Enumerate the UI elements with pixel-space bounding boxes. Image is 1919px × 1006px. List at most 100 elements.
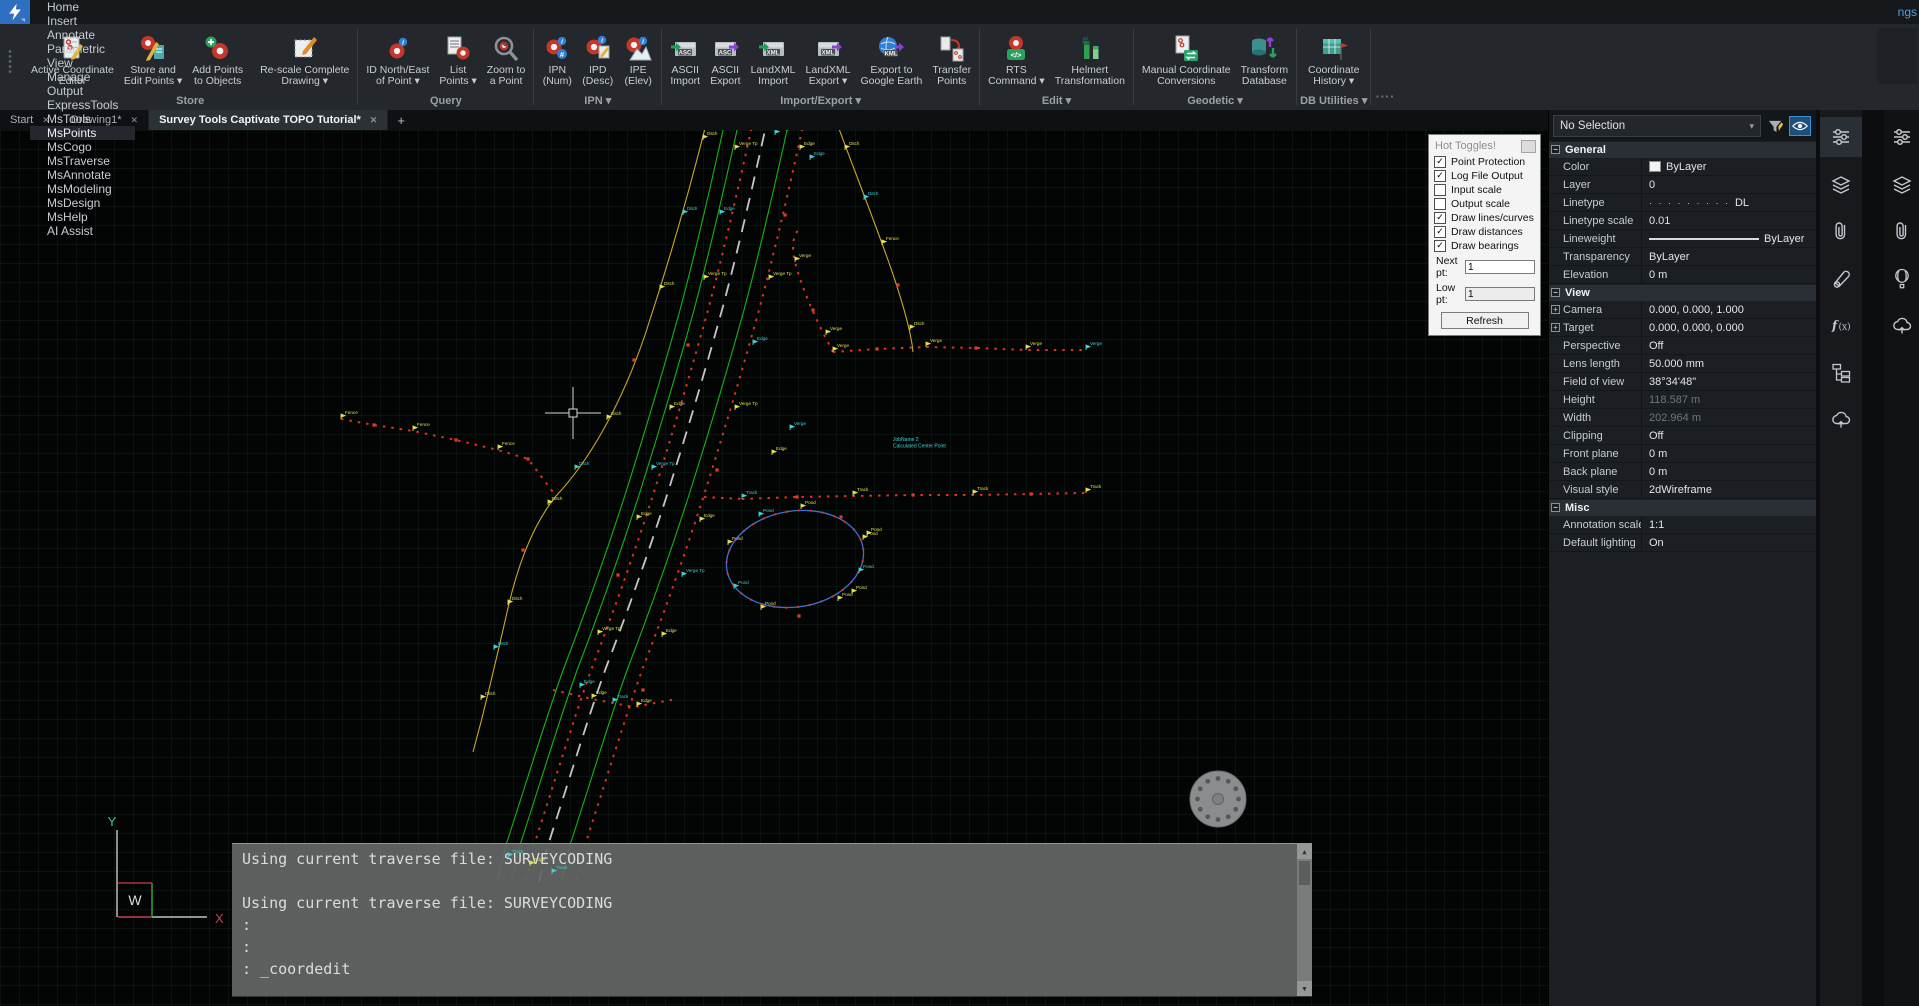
ribbon-button-ascii-export[interactable]: ASCASCIIExport	[705, 34, 745, 88]
menu-item-mstraverse[interactable]: MsTraverse	[30, 154, 135, 168]
ribbon-group-label-geodetic[interactable]: Geodetic ▾	[1137, 94, 1293, 110]
menu-item-output[interactable]: Output	[30, 84, 135, 98]
new-tab-button[interactable]: +	[388, 110, 414, 130]
property-value[interactable]: 2dWireframe	[1641, 481, 1816, 498]
command-line-window[interactable]: Using current traverse file: SURVEYCODIN…	[232, 843, 1312, 997]
properties-icon[interactable]	[1820, 117, 1862, 157]
menu-item-mstools[interactable]: MsTools	[30, 112, 135, 126]
attachments-icon[interactable]	[1820, 211, 1862, 251]
tune-icon[interactable]	[1884, 117, 1919, 157]
menu-item-ai-assist[interactable]: AI Assist	[30, 224, 135, 238]
property-value[interactable]: Off	[1641, 427, 1816, 444]
property-value[interactable]: 202.964 m	[1641, 409, 1816, 426]
attachments-icon[interactable]	[1884, 211, 1919, 251]
menu-item-msannotate[interactable]: MsAnnotate	[30, 168, 135, 182]
ribbon-button-ascii-import[interactable]: ASCASCIIImport	[665, 34, 705, 88]
eye-icon[interactable]	[1789, 116, 1811, 136]
menu-item-mshelp[interactable]: MsHelp	[30, 210, 135, 224]
toggle-input-scale[interactable]: Input scale	[1429, 183, 1540, 197]
low-pt-input[interactable]	[1465, 287, 1535, 301]
menu-item-msmodeling[interactable]: MsModeling	[30, 182, 135, 196]
property-value[interactable]: 118.587 m	[1641, 391, 1816, 408]
ribbon-button-landxml-import[interactable]: XMLLandXMLImport	[746, 34, 801, 88]
checkbox-checked[interactable]: ✓	[1434, 240, 1446, 252]
close-icon[interactable]: ✕	[370, 115, 378, 126]
ribbon-button-list-points[interactable]: ListPoints ▾	[434, 34, 481, 88]
menu-item-manage[interactable]: Manage	[30, 70, 135, 84]
section-header-general[interactable]: −General	[1549, 142, 1816, 158]
ribbon-button-ipn-num[interactable]: #iIPN(Num)	[537, 34, 577, 88]
scroll-up-arrow-icon[interactable]: ▲	[1297, 844, 1312, 859]
property-value[interactable]: 0.01	[1641, 212, 1816, 229]
tab-survey-tools-captivate-topo-tutorial[interactable]: Survey Tools Captivate TOPO Tutorial*✕	[149, 110, 388, 130]
property-value[interactable]: 1:1	[1641, 516, 1816, 533]
property-value[interactable]: 50.000 mm	[1641, 355, 1816, 372]
ribbon-button-manual-coordinate-conversions[interactable]: Manual CoordinateConversions	[1137, 34, 1236, 88]
menu-item-view[interactable]: View	[30, 56, 135, 70]
toggle-draw-bearings[interactable]: ✓Draw bearings	[1429, 239, 1540, 253]
drawing-canvas[interactable]: FenceFenceFenceVergeVergeVergeVergeTrack…	[0, 130, 1548, 1006]
ribbon-group-label-db-utilities[interactable]: DB Utilities ▾	[1300, 94, 1367, 110]
collapse-icon[interactable]: −	[1551, 503, 1560, 512]
navigation-disc[interactable]	[1190, 771, 1246, 827]
ribbon-group-label-import-export[interactable]: Import/Export ▾	[665, 94, 976, 110]
ribbon-drag-handle-icon[interactable]: •••••	[7, 50, 13, 75]
property-value[interactable]: 0 m	[1641, 445, 1816, 462]
menu-item-mspoints[interactable]: MsPoints	[30, 126, 135, 140]
ribbon-button-ipe-elev[interactable]: iIPE(Elev)	[618, 34, 658, 88]
checkbox-unchecked[interactable]	[1434, 198, 1446, 210]
menu-item-mscogo[interactable]: MsCogo	[30, 140, 135, 154]
sheet-sets-icon[interactable]	[1820, 258, 1862, 298]
filter-icon[interactable]	[1765, 117, 1785, 135]
property-value[interactable]: 0 m	[1641, 463, 1816, 480]
checkbox-unchecked[interactable]	[1434, 184, 1446, 196]
selection-dropdown[interactable]: No Selection ▾	[1553, 115, 1761, 137]
ribbon-group-label-ipn[interactable]: IPN ▾	[537, 94, 658, 110]
fields-icon[interactable]: f(x)	[1820, 305, 1862, 345]
toggle-draw-lines-curves[interactable]: ✓Draw lines/curves	[1429, 211, 1540, 225]
ribbon-button-helmert-transformation[interactable]: #HelmertTransformation	[1050, 34, 1130, 88]
menu-item-parametric[interactable]: Parametric	[30, 42, 135, 56]
menu-item-annotate[interactable]: Annotate	[30, 28, 135, 42]
menu-item-msdesign[interactable]: MsDesign	[30, 196, 135, 210]
checkbox-checked[interactable]: ✓	[1434, 212, 1446, 224]
hot-toggles-menu-button[interactable]	[1521, 140, 1536, 153]
ribbon-button-re-scale-complete-drawing[interactable]: Re-scale CompleteDrawing ▾	[255, 34, 354, 88]
checkbox-checked[interactable]: ✓	[1434, 156, 1446, 168]
property-value[interactable]: ByLayer	[1641, 158, 1816, 175]
console-scrollbar[interactable]: ▲ ▼	[1297, 844, 1312, 996]
property-value[interactable]: 0	[1641, 176, 1816, 193]
ribbon-overflow-dots[interactable]: ▪▪▪▪	[1376, 92, 1395, 101]
ribbon-button-ipd-desc[interactable]: iIPD(Desc)	[577, 34, 618, 88]
section-header-misc[interactable]: −Misc	[1549, 500, 1816, 516]
app-logo-button[interactable]	[0, 0, 30, 24]
property-value[interactable]: ByLayer	[1641, 248, 1816, 265]
menu-item-home[interactable]: Home	[30, 0, 135, 14]
property-value[interactable]: 0.000, 0.000, 1.000	[1641, 301, 1816, 318]
expand-icon[interactable]: +	[1551, 305, 1560, 314]
ribbon-button-transfer-points[interactable]: TransferPoints	[927, 34, 976, 88]
property-value[interactable]: 0.000, 0.000, 0.000	[1641, 319, 1816, 336]
ribbon-button-zoom-to-a-point[interactable]: Zoom toa Point	[482, 34, 531, 88]
next-pt-input[interactable]	[1465, 260, 1535, 274]
scroll-down-arrow-icon[interactable]: ▼	[1297, 981, 1312, 996]
scrollbar-thumb[interactable]	[1299, 861, 1310, 885]
ribbon-group-label-edit[interactable]: Edit ▾	[983, 94, 1130, 110]
toggle-draw-distances[interactable]: ✓Draw distances	[1429, 225, 1540, 239]
hot-toggles-titlebar[interactable]: Hot Toggles!	[1429, 135, 1540, 155]
ribbon-button-export-to-google-earth[interactable]: KMLExport toGoogle Earth	[855, 34, 927, 88]
checkbox-checked[interactable]: ✓	[1434, 170, 1446, 182]
structure-icon[interactable]	[1820, 352, 1862, 392]
toggle-point-protection[interactable]: ✓Point Protection	[1429, 155, 1540, 169]
ribbon-button-rts-command[interactable]: </>RTSCommand ▾	[983, 34, 1050, 88]
layers-icon[interactable]	[1820, 164, 1862, 204]
menu-item-expresstools[interactable]: ExpressTools	[30, 98, 135, 112]
property-value[interactable]: 38°34'48"	[1641, 373, 1816, 390]
ribbon-button-landxml-export[interactable]: XMLLandXMLExport ▾	[801, 34, 856, 88]
ribbon-button-coordinate-history[interactable]: CoordinateHistory ▾	[1303, 34, 1364, 88]
toggle-output-scale[interactable]: Output scale	[1429, 197, 1540, 211]
property-value[interactable]: 0 m	[1641, 266, 1816, 283]
cloud-upload-icon[interactable]	[1884, 305, 1919, 345]
collapse-icon[interactable]: −	[1551, 145, 1560, 154]
property-value[interactable]: · · · · · · · · ·DL	[1641, 194, 1816, 211]
